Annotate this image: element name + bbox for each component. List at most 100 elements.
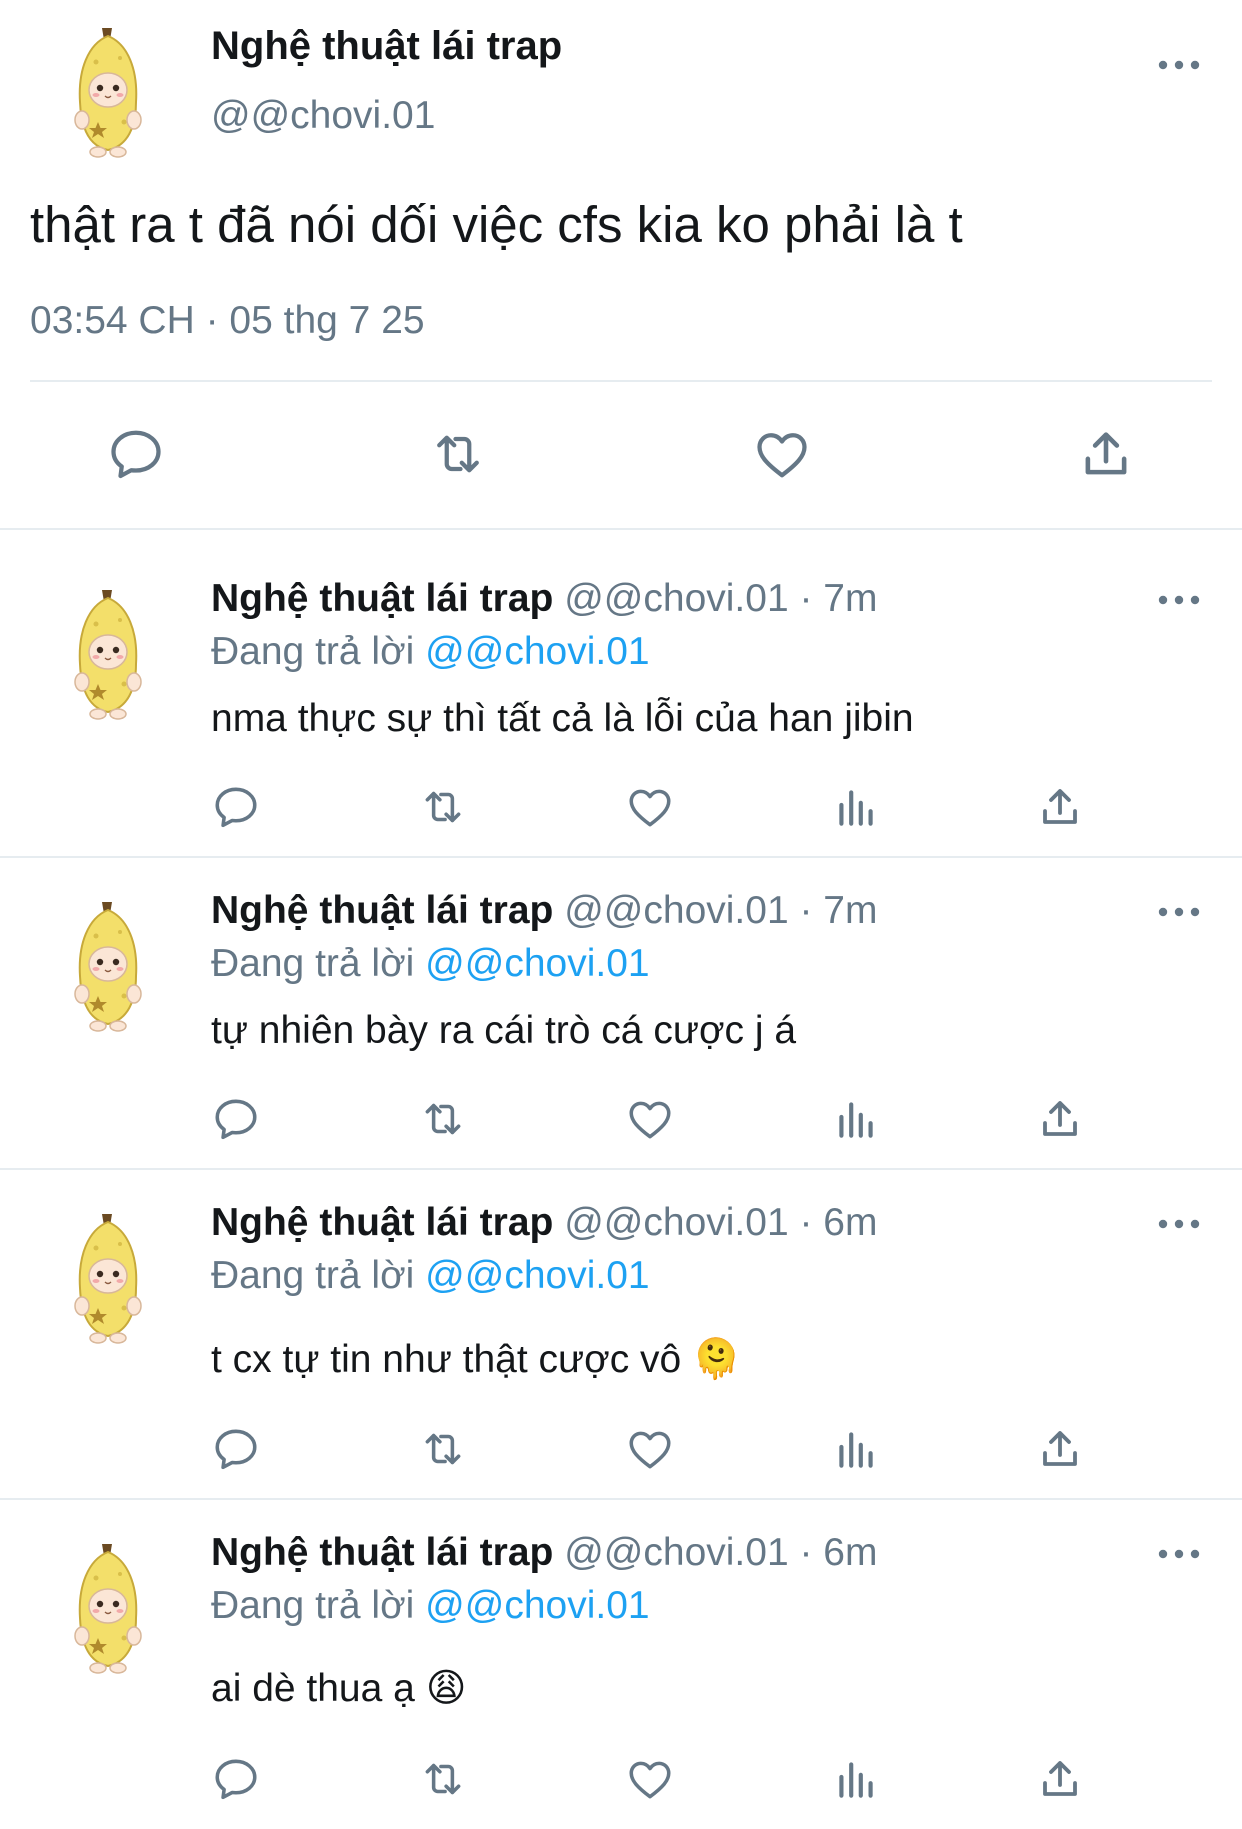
heart-icon bbox=[625, 1424, 675, 1474]
retweet-button[interactable] bbox=[415, 1754, 471, 1804]
more-icon bbox=[1157, 1218, 1201, 1230]
replying-label: Đang trả lời bbox=[211, 1584, 415, 1627]
heart-icon bbox=[625, 1094, 675, 1144]
share-icon bbox=[1077, 424, 1135, 484]
reply-icon bbox=[211, 1424, 261, 1474]
retweet-button[interactable] bbox=[415, 1424, 471, 1474]
author-name[interactable]: Nghệ thuật lái trap bbox=[211, 577, 553, 620]
replying-to-link[interactable]: @@chovi.01 bbox=[425, 1254, 649, 1297]
reply-button[interactable] bbox=[211, 1424, 261, 1474]
reply-icon bbox=[211, 782, 261, 832]
author-handle-time[interactable]: @@chovi.01 · 6m bbox=[564, 1531, 877, 1574]
replying-to-link[interactable]: @@chovi.01 bbox=[425, 630, 649, 673]
author-handle[interactable]: @@chovi.01 bbox=[211, 94, 435, 138]
views-icon bbox=[831, 1754, 881, 1804]
divider bbox=[30, 380, 1212, 382]
more-options-button[interactable] bbox=[1157, 905, 1201, 921]
avatar[interactable] bbox=[58, 584, 158, 724]
share-button[interactable] bbox=[1036, 1094, 1084, 1144]
divider bbox=[0, 1168, 1242, 1170]
more-icon bbox=[1157, 594, 1201, 606]
replying-label: Đang trả lời bbox=[211, 1254, 415, 1297]
share-icon bbox=[1036, 782, 1084, 832]
views-button[interactable] bbox=[831, 1424, 881, 1474]
tweet-timestamp[interactable]: 03:54 CH · 05 thg 7 25 bbox=[30, 299, 425, 343]
retweet-button[interactable] bbox=[415, 1094, 471, 1144]
heart-icon bbox=[752, 424, 812, 484]
heart-icon bbox=[625, 1754, 675, 1804]
reply-button[interactable] bbox=[106, 424, 166, 484]
author-name[interactable]: Nghệ thuật lái trap bbox=[211, 1531, 553, 1574]
banana-cat-avatar-icon bbox=[58, 896, 158, 1036]
author-handle-time[interactable]: @@chovi.01 · 7m bbox=[564, 889, 877, 932]
share-button[interactable] bbox=[1077, 424, 1135, 484]
reply-icon bbox=[211, 1754, 261, 1804]
like-button[interactable] bbox=[625, 1424, 675, 1474]
views-icon bbox=[831, 782, 881, 832]
divider bbox=[0, 528, 1242, 530]
retweet-button[interactable] bbox=[415, 782, 471, 832]
avatar[interactable] bbox=[58, 22, 158, 162]
more-options-button[interactable] bbox=[1157, 593, 1201, 609]
banana-cat-avatar-icon bbox=[58, 1538, 158, 1678]
more-icon bbox=[1157, 1548, 1201, 1560]
author-handle-time[interactable]: @@chovi.01 · 6m bbox=[564, 1201, 877, 1244]
share-icon bbox=[1036, 1754, 1084, 1804]
like-button[interactable] bbox=[625, 1754, 675, 1804]
retweet-icon bbox=[415, 1754, 471, 1804]
reply-text: nma thực sự thì tất cả là lỗi của han ji… bbox=[211, 697, 914, 740]
retweet-icon bbox=[415, 1094, 471, 1144]
like-button[interactable] bbox=[752, 424, 812, 484]
share-button[interactable] bbox=[1036, 1754, 1084, 1804]
share-button[interactable] bbox=[1036, 782, 1084, 832]
avatar[interactable] bbox=[58, 1208, 158, 1348]
reply-text: tự nhiên bày ra cái trò cá cược j á bbox=[211, 1009, 797, 1052]
like-button[interactable] bbox=[625, 1094, 675, 1144]
reply-text: t cx tự tin như thật cược vô bbox=[211, 1338, 682, 1381]
views-icon bbox=[831, 1094, 881, 1144]
reply-icon bbox=[106, 424, 166, 484]
author-handle-time[interactable]: @@chovi.01 · 7m bbox=[564, 577, 877, 620]
share-icon bbox=[1036, 1424, 1084, 1474]
divider bbox=[0, 856, 1242, 858]
like-button[interactable] bbox=[625, 782, 675, 832]
more-options-button[interactable] bbox=[1157, 58, 1201, 74]
replying-label: Đang trả lời bbox=[211, 942, 415, 985]
reply-button[interactable] bbox=[211, 1094, 261, 1144]
replying-label: Đang trả lời bbox=[211, 630, 415, 673]
banana-cat-avatar-icon bbox=[58, 1208, 158, 1348]
views-button[interactable] bbox=[831, 1754, 881, 1804]
retweet-button[interactable] bbox=[424, 424, 492, 484]
reply-button[interactable] bbox=[211, 782, 261, 832]
retweet-icon bbox=[424, 424, 492, 484]
more-icon bbox=[1157, 906, 1201, 918]
tweet-text: thật ra t đã nói dối việc cfs kia ko phả… bbox=[30, 196, 963, 253]
views-icon bbox=[831, 1424, 881, 1474]
views-button[interactable] bbox=[831, 1094, 881, 1144]
heart-icon bbox=[625, 782, 675, 832]
author-name[interactable]: Nghệ thuật lái trap bbox=[211, 889, 553, 932]
melting-face-emoji: 🫠 bbox=[692, 1338, 741, 1381]
share-icon bbox=[1036, 1094, 1084, 1144]
reply-text: ai dè thua ạ bbox=[211, 1667, 415, 1710]
more-icon bbox=[1157, 59, 1201, 71]
avatar[interactable] bbox=[58, 1538, 158, 1678]
divider bbox=[0, 1498, 1242, 1500]
replying-to-link[interactable]: @@chovi.01 bbox=[425, 1584, 649, 1627]
views-button[interactable] bbox=[831, 782, 881, 832]
replying-to-link[interactable]: @@chovi.01 bbox=[425, 942, 649, 985]
reply-text-row: ai dè thua ạ 😩 bbox=[211, 1666, 466, 1711]
reply-text-row: t cx tự tin như thật cược vô 🫠 bbox=[211, 1336, 741, 1382]
retweet-icon bbox=[415, 782, 471, 832]
banana-cat-avatar-icon bbox=[58, 22, 158, 162]
author-name[interactable]: Nghệ thuật lái trap bbox=[211, 1201, 553, 1244]
retweet-icon bbox=[415, 1424, 471, 1474]
more-options-button[interactable] bbox=[1157, 1547, 1201, 1563]
more-options-button[interactable] bbox=[1157, 1217, 1201, 1233]
avatar[interactable] bbox=[58, 896, 158, 1036]
reply-button[interactable] bbox=[211, 1754, 261, 1804]
banana-cat-avatar-icon bbox=[58, 584, 158, 724]
share-button[interactable] bbox=[1036, 1424, 1084, 1474]
author-name[interactable]: Nghệ thuật lái trap bbox=[211, 24, 562, 69]
weary-face-emoji: 😩 bbox=[425, 1667, 467, 1710]
